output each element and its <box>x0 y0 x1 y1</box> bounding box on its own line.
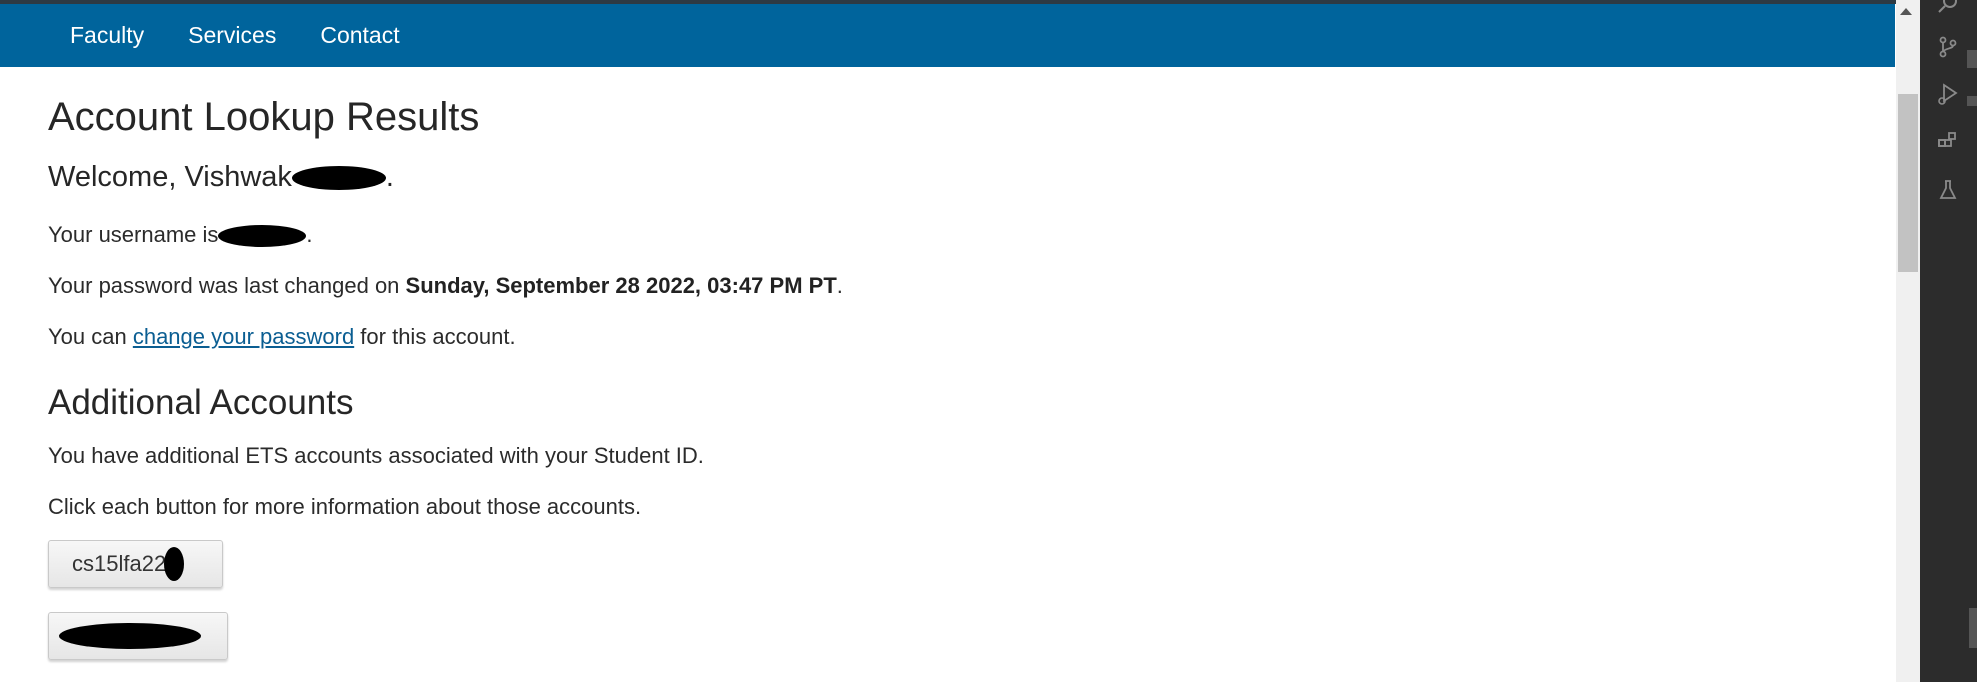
change-password-prefix: You can <box>48 324 133 349</box>
password-changed-suffix: . <box>836 273 843 298</box>
username-label: Your username is <box>48 222 219 247</box>
source-control-icon[interactable] <box>1934 33 1962 61</box>
password-changed-line: Your password was last changed on Sunday… <box>48 273 843 299</box>
testing-icon[interactable] <box>1934 176 1962 204</box>
scroll-thumb[interactable] <box>1898 94 1918 272</box>
additional-accounts-instructions: Click each button for more information a… <box>48 494 642 519</box>
redacted-name <box>291 166 386 191</box>
run-debug-icon[interactable] <box>1934 80 1962 108</box>
change-password-link[interactable]: change your password <box>133 324 354 349</box>
nav-faculty-link[interactable]: Faculty <box>0 4 166 67</box>
activity-marker <box>1967 96 1977 106</box>
username-line: Your username is. <box>48 222 313 248</box>
welcome-suffix: . <box>385 161 394 193</box>
change-password-line: You can change your password for this ac… <box>48 324 516 350</box>
welcome-text: Welcome, Vishwak <box>48 161 292 193</box>
search-icon[interactable] <box>1934 0 1962 18</box>
activity-marker <box>1967 50 1977 68</box>
account-button-redacted[interactable] <box>48 612 228 660</box>
nav-services-link[interactable]: Services <box>166 4 298 67</box>
scroll-up-arrow-icon[interactable] <box>1900 8 1912 15</box>
activity-marker <box>1969 608 1977 648</box>
redacted-account-label <box>59 623 201 649</box>
additional-accounts-title: Additional Accounts <box>48 383 354 422</box>
page-title: Account Lookup Results <box>48 95 480 139</box>
redacted-username <box>218 225 307 248</box>
password-changed-date: Sunday, September 28 2022, 03:47 PM PT <box>405 273 837 298</box>
welcome-message: Welcome, Vishwak. <box>48 161 394 194</box>
extensions-icon[interactable] <box>1934 128 1962 156</box>
top-navbar: Faculty Services Contact <box>0 4 1895 67</box>
nav-contact-link[interactable]: Contact <box>298 4 421 67</box>
additional-accounts-info: You have additional ETS accounts associa… <box>48 443 704 468</box>
username-suffix: . <box>306 222 313 247</box>
change-password-suffix: for this account. <box>354 324 516 349</box>
redacted-account-suffix <box>164 547 185 581</box>
account-button-cs15lfa22[interactable]: cs15lfa22 <box>48 540 223 588</box>
password-changed-label: Your password was last changed on <box>48 273 406 298</box>
account-button-label: cs15lfa22 <box>72 551 167 576</box>
editor-activity-bar <box>1920 0 1977 682</box>
page-scrollbar[interactable] <box>1896 0 1920 682</box>
